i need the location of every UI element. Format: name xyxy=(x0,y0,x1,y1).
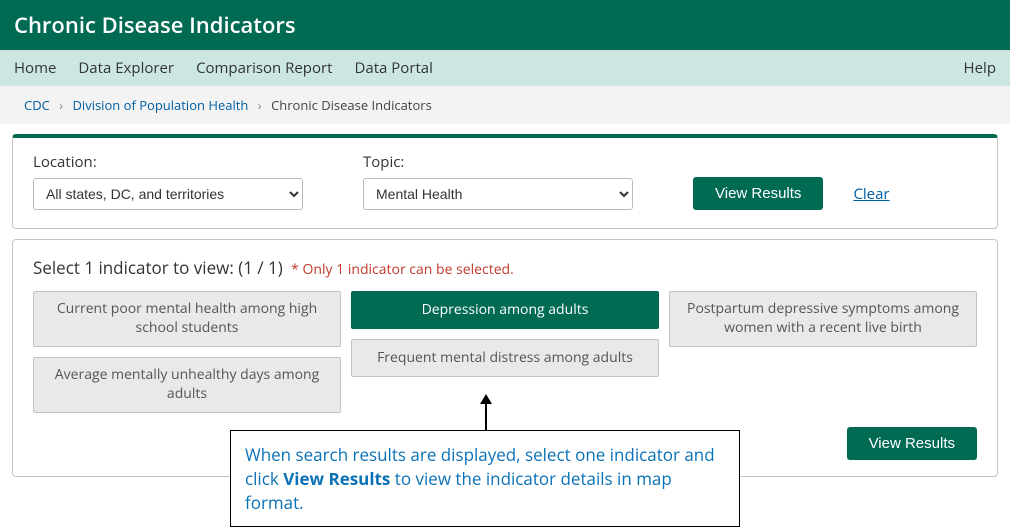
view-results-button-bottom[interactable]: View Results xyxy=(847,427,977,460)
clear-link[interactable]: Clear xyxy=(853,184,889,204)
main-nav: Home Data Explorer Comparison Report Dat… xyxy=(0,50,1010,86)
view-results-button[interactable]: View Results xyxy=(693,177,823,210)
nav-home[interactable]: Home xyxy=(14,58,56,78)
indicator-chip[interactable]: Current poor mental health among high sc… xyxy=(33,291,341,347)
nav-data-explorer[interactable]: Data Explorer xyxy=(78,58,174,78)
nav-data-portal[interactable]: Data Portal xyxy=(354,58,432,78)
nav-comparison-report[interactable]: Comparison Report xyxy=(196,58,332,78)
location-label: Location: xyxy=(33,152,303,172)
indicator-chip[interactable]: Average mentally unhealthy days among ad… xyxy=(33,357,341,413)
breadcrumb-link[interactable]: Division of Population Health xyxy=(73,96,249,114)
filter-panel: Location: All states, DC, and territorie… xyxy=(12,134,998,229)
indicator-note: * Only 1 indicator can be selected. xyxy=(291,260,514,279)
indicator-chip[interactable]: Frequent mental distress among adults xyxy=(351,339,659,377)
location-select[interactable]: All states, DC, and territories xyxy=(33,178,303,210)
annotation-callout: When search results are displayed, selec… xyxy=(230,430,740,527)
callout-bold: View Results xyxy=(283,467,390,490)
topic-select[interactable]: Mental Health xyxy=(363,178,633,210)
indicator-heading: Select 1 indicator to view: (1 / 1) * On… xyxy=(33,256,977,279)
topic-label: Topic: xyxy=(363,152,633,172)
breadcrumb-link[interactable]: CDC xyxy=(24,96,50,114)
breadcrumb: CDC › Division of Population Health › Ch… xyxy=(0,86,1010,124)
chevron-right-icon: › xyxy=(59,96,63,114)
nav-help[interactable]: Help xyxy=(964,58,996,78)
page-title: Chronic Disease Indicators xyxy=(0,0,1010,50)
indicator-chip-selected[interactable]: Depression among adults xyxy=(351,291,659,329)
chevron-right-icon: › xyxy=(258,96,262,114)
breadcrumb-current: Chronic Disease Indicators xyxy=(271,96,432,114)
indicator-counter: (1 / 1) xyxy=(238,256,283,279)
indicator-chip[interactable]: Postpartum depressive symptoms among wom… xyxy=(669,291,977,347)
indicator-heading-text: Select 1 indicator to view: xyxy=(33,256,234,279)
